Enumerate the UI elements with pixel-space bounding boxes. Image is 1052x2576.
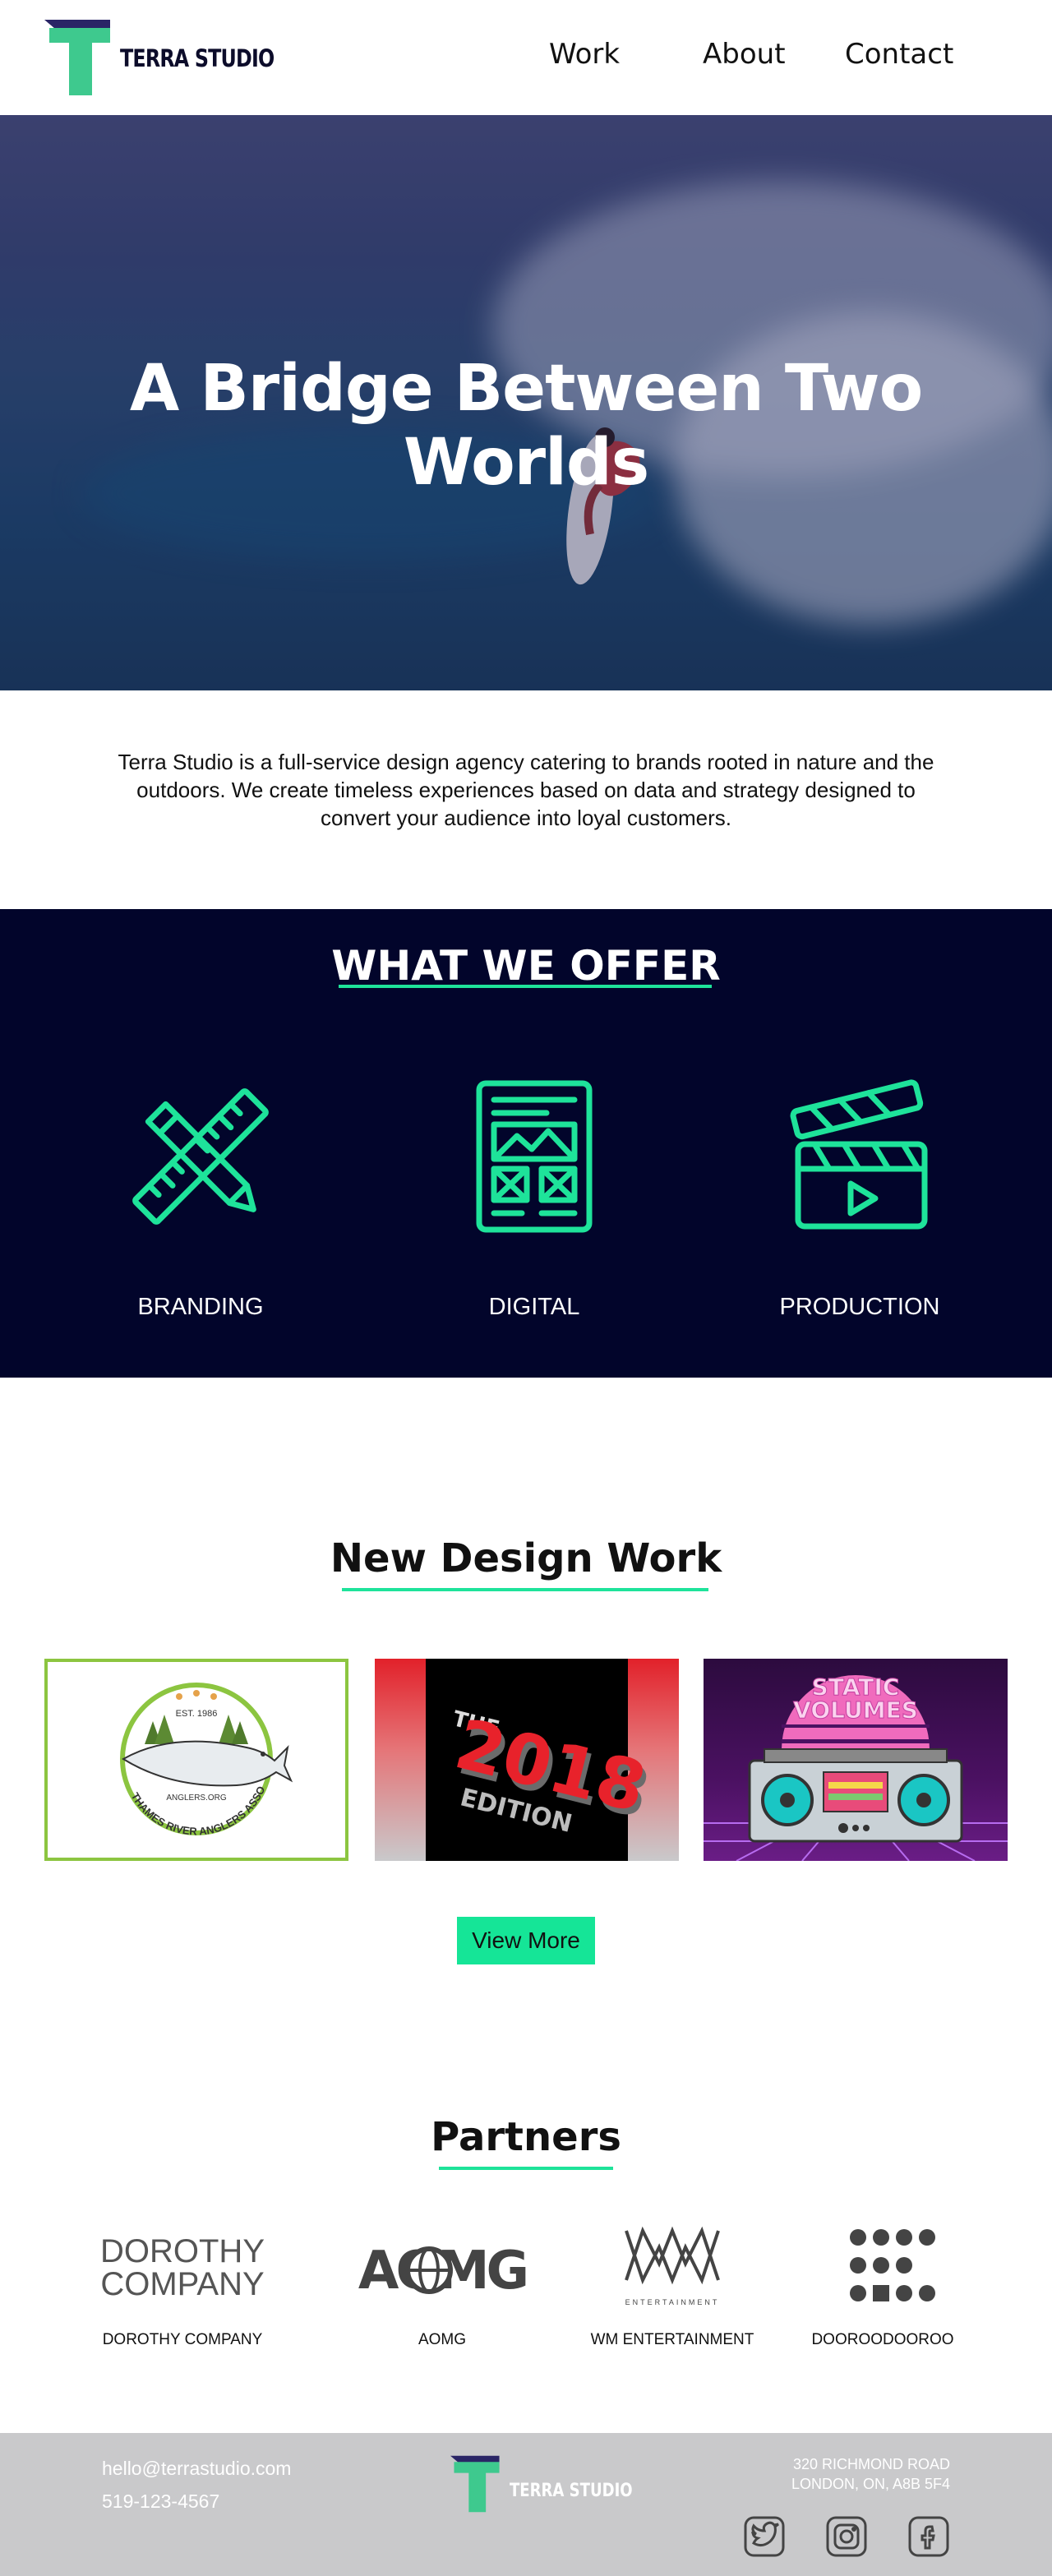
dooroodooroo-logo bbox=[850, 2229, 935, 2301]
site-footer: hello@terrastudio.com 519-123-4567 TERRA… bbox=[0, 2433, 1052, 2576]
nav-about[interactable]: About bbox=[703, 38, 786, 71]
dorothy-company-logo: DOROTHY COMPANY bbox=[100, 2233, 265, 2302]
facebook-icon[interactable] bbox=[907, 2515, 950, 2558]
work-title-underline bbox=[342, 1588, 708, 1591]
footer-phone[interactable]: 519-123-4567 bbox=[102, 2491, 219, 2513]
hero-title: A Bridge Between Two Worlds bbox=[129, 352, 923, 500]
ruler-pencil-icon bbox=[132, 1088, 269, 1225]
hero-banner: A Bridge Between Two Worlds bbox=[0, 115, 1052, 690]
instagram-icon[interactable] bbox=[825, 2515, 868, 2558]
offer-branding[interactable]: BRANDING bbox=[69, 1078, 332, 1320]
terra-logo-icon bbox=[44, 20, 110, 95]
footer-brand-name: TERRA STUDIO bbox=[510, 2481, 633, 2501]
static-line2: VOLUMES bbox=[793, 1697, 918, 1724]
partner-wm[interactable]: ENTERTAINMENT WM ENTERTAINMENT bbox=[574, 2219, 771, 2348]
offer-production[interactable]: PRODUCTION bbox=[728, 1078, 991, 1320]
footer-address-line1: 320 RICHMOND ROAD bbox=[792, 2456, 950, 2472]
site-header: TERRA STUDIO Work About Contact bbox=[0, 0, 1052, 115]
clapperboard-icon bbox=[790, 1079, 928, 1230]
wireframe-device-icon bbox=[476, 1080, 593, 1233]
footer-logo[interactable]: TERRA STUDIO bbox=[450, 2454, 633, 2517]
twitter-icon[interactable] bbox=[743, 2515, 786, 2558]
offer-branding-label: BRANDING bbox=[137, 1294, 264, 1320]
work-title: New Design Work bbox=[330, 1535, 722, 1581]
offer-section: WHAT WE OFFER BRANDING DIGITAL PRODUCTIO… bbox=[0, 909, 1052, 1378]
anglers-url-text: ANGLERS.ORG bbox=[166, 1794, 227, 1803]
partner-dorothy-caption: DOROTHY COMPANY bbox=[102, 2331, 263, 2348]
brand-logo[interactable]: TERRA STUDIO bbox=[44, 20, 275, 95]
anglers-est-text: EST. 1986 bbox=[176, 1709, 218, 1719]
partner-aomg-caption: AOMG bbox=[418, 2331, 467, 2348]
offer-title: WHAT WE OFFER bbox=[331, 942, 721, 990]
offer-digital-label: DIGITAL bbox=[488, 1294, 580, 1320]
work-thumb-anglers[interactable]: EST. 1986 ANGLERS.ORG THAMES RIVER ANGLE… bbox=[44, 1659, 348, 1861]
brand-name: TERRA STUDIO bbox=[120, 44, 275, 72]
wm-logo-subtext: ENTERTAINMENT bbox=[625, 2298, 720, 2306]
edition-2018-image: THE 2018 2018 EDITION bbox=[426, 1659, 658, 1861]
intro-text: Terra Studio is a full-service design ag… bbox=[118, 750, 934, 830]
footer-terra-logo-icon bbox=[450, 2455, 500, 2513]
dorothy-logo-line1: DOROTHY bbox=[100, 2233, 265, 2269]
work-thumb-2018[interactable]: THE 2018 2018 EDITION bbox=[375, 1659, 679, 1861]
partners-title-underline bbox=[439, 2167, 613, 2170]
offer-digital[interactable]: DIGITAL bbox=[403, 1078, 666, 1320]
offer-production-label: PRODUCTION bbox=[779, 1294, 940, 1320]
offer-title-underline bbox=[339, 985, 712, 988]
footer-email[interactable]: hello@terrastudio.com bbox=[102, 2458, 291, 2480]
wm-entertainment-logo: ENTERTAINMENT bbox=[625, 2226, 720, 2306]
view-more-button[interactable]: View More bbox=[457, 1917, 595, 1964]
footer-address-line2: LONDON, ON, A8B 5F4 bbox=[791, 2476, 950, 2492]
nav-contact[interactable]: Contact bbox=[845, 38, 953, 71]
nav-work[interactable]: Work bbox=[549, 38, 620, 71]
partner-dooroodooroo[interactable]: DOOROODOOROO bbox=[784, 2219, 981, 2348]
partner-dorothy[interactable]: DOROTHY COMPANY DOROTHY COMPANY bbox=[84, 2219, 281, 2348]
aomg-logo: AOMG bbox=[358, 2241, 529, 2301]
work-thumb-static-volumes[interactable]: STATIC VOLUMES bbox=[704, 1659, 1008, 1861]
partner-wm-caption: WM ENTERTAINMENT bbox=[590, 2331, 754, 2348]
anglers-logo-image: EST. 1986 ANGLERS.ORG THAMES RIVER ANGLE… bbox=[48, 1662, 293, 1838]
dorothy-logo-line2: COMPANY bbox=[100, 2266, 264, 2302]
static-volumes-image: STATIC VOLUMES bbox=[704, 1673, 1008, 1861]
partner-aomg[interactable]: AOMG AOMG bbox=[344, 2219, 541, 2348]
partners-title: Partners bbox=[431, 2114, 621, 2160]
partner-dooroodooroo-caption: DOOROODOOROO bbox=[811, 2331, 954, 2348]
